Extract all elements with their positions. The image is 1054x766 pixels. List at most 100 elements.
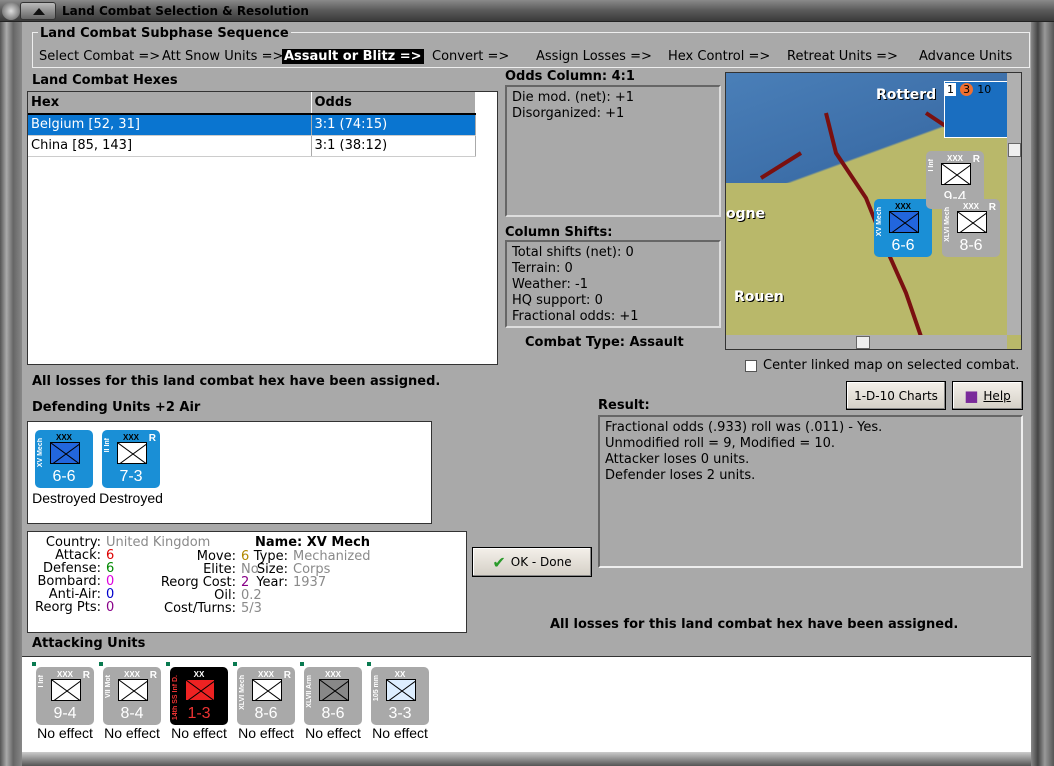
naval-stack[interactable]: 1 3 10 bbox=[944, 81, 1014, 138]
col-odds[interactable]: Odds bbox=[311, 92, 476, 115]
stack-number: 3 bbox=[960, 83, 974, 96]
unit-status: No effect bbox=[238, 725, 294, 741]
unit-status: No effect bbox=[305, 725, 361, 741]
unit-counter[interactable]: XX 14th SS Inf D. 1-3 bbox=[170, 667, 228, 725]
unit-status: Destroyed bbox=[32, 490, 96, 506]
result-label: Result: bbox=[598, 398, 650, 413]
hex-cell: China [85, 143] bbox=[28, 135, 312, 157]
die-mod: Die mod. (net): +1 bbox=[512, 90, 635, 105]
odds-cell: 3:1 (38:12) bbox=[311, 135, 476, 157]
unit-name: XV Mech bbox=[876, 207, 883, 237]
status-dot bbox=[366, 661, 372, 667]
unit-value: 8-6 bbox=[254, 705, 278, 722]
unit-name: XLVII Arm bbox=[306, 675, 313, 708]
result-line: Defender loses 2 units. bbox=[605, 468, 756, 483]
unit-value: 3-3 bbox=[388, 705, 412, 722]
reserve-marker: R bbox=[148, 433, 156, 444]
unit-status: No effect bbox=[171, 725, 227, 741]
odds-box: Die mod. (net): +1 Disorganized: +1 bbox=[505, 85, 721, 217]
unit-symbol-icon bbox=[185, 679, 215, 701]
unit-value: 8-6 bbox=[321, 705, 345, 722]
reserve-marker: R bbox=[283, 670, 291, 681]
left-frame bbox=[0, 22, 22, 766]
map-label-boulogne: ogne bbox=[726, 206, 766, 222]
unit-counter[interactable]: XX 105 mm 3-3 bbox=[371, 667, 429, 725]
unit-symbol-icon bbox=[50, 442, 80, 464]
info-value: United Kingdom bbox=[106, 535, 211, 550]
help-label: Help bbox=[983, 388, 1011, 403]
info-value: 5/3 bbox=[241, 601, 262, 616]
table-row[interactable]: Belgium [52, 31] 3:1 (74:15) bbox=[28, 114, 476, 136]
hexes-table-panel: Hex Odds Belgium [52, 31] 3:1 (74:15) Chin… bbox=[27, 91, 498, 365]
unit-counter[interactable]: XXX I Inf R 9-4 bbox=[36, 667, 94, 725]
unit-counter[interactable]: XXX XLVII Arm 8-6 bbox=[304, 667, 362, 725]
hex-cell: Belgium [52, 31] bbox=[28, 114, 312, 136]
col-hex[interactable]: Hex bbox=[28, 92, 312, 115]
info-value: 0 bbox=[106, 600, 115, 615]
center-map-checkbox[interactable] bbox=[745, 360, 757, 372]
unit-counter[interactable]: XXX XV Mech 6-6 bbox=[35, 430, 93, 488]
subphase-step: Select Combat => bbox=[39, 49, 161, 64]
info-value: 1937 bbox=[293, 575, 327, 590]
info-key: Year: bbox=[256, 575, 288, 590]
linked-map[interactable]: Rotterd ogne Rouen 1 3 10 XXX XV Mech 6-6 X… bbox=[725, 72, 1022, 350]
unit-counter[interactable]: XXX II Inf R 7-3 bbox=[102, 430, 160, 488]
help-button[interactable]: ■ Help bbox=[952, 381, 1023, 410]
table-row[interactable]: China [85, 143] 3:1 (38:12) bbox=[28, 135, 476, 157]
unit-counter[interactable]: XXX VII Mot R 8-4 bbox=[103, 667, 161, 725]
shift-line: HQ support: 0 bbox=[512, 293, 603, 308]
hexes-label: Land Combat Hexes bbox=[32, 73, 178, 88]
unit-value: 8-6 bbox=[959, 237, 983, 254]
center-map-label: Center linked map on selected combat. bbox=[763, 358, 1020, 373]
unit-symbol-icon bbox=[386, 679, 416, 701]
shifts-box: Total shifts (net): 0 Terrain: 0 Weather… bbox=[505, 240, 721, 328]
result-box: Fractional odds (.933) roll was (.011) -… bbox=[598, 415, 1023, 568]
collapse-button[interactable] bbox=[20, 2, 56, 20]
map-label-rotterdam: Rotterd bbox=[876, 87, 937, 103]
subphase-step: Assault or Blitz => bbox=[282, 49, 424, 64]
attacking-label: Attacking Units bbox=[32, 636, 146, 651]
window-title: Land Combat Selection & Resolution bbox=[62, 4, 309, 18]
odds-column-label: Odds Column: 4:1 bbox=[505, 69, 635, 84]
reserve-marker: R bbox=[972, 154, 980, 165]
result-line: Unmodified roll = 9, Modified = 10. bbox=[605, 436, 836, 451]
result-line: Fractional odds (.933) roll was (.011) -… bbox=[605, 420, 883, 435]
unit-value: 6-6 bbox=[52, 468, 76, 485]
shift-line: Total shifts (net): 0 bbox=[512, 245, 634, 260]
shift-line: Terrain: 0 bbox=[512, 261, 573, 276]
system-menu-icon[interactable] bbox=[2, 2, 20, 20]
stack-number: 1 bbox=[945, 83, 956, 96]
odds-cell: 3:1 (74:15) bbox=[311, 114, 476, 136]
combat-type: Combat Type: Assault bbox=[525, 335, 684, 350]
subphase-step: Assign Losses => bbox=[536, 49, 652, 64]
subphase-step: Retreat Units => bbox=[787, 49, 898, 64]
unit-symbol-icon bbox=[957, 211, 987, 233]
ok-done-button[interactable]: ✔ OK - Done bbox=[472, 547, 592, 577]
status-dot bbox=[299, 661, 305, 667]
unit-counter[interactable]: XXX XV Mech 6-6 bbox=[874, 199, 932, 257]
unit-symbol-icon bbox=[941, 163, 971, 185]
status-dot bbox=[98, 661, 104, 667]
unit-symbol-icon bbox=[889, 211, 919, 233]
charts-button[interactable]: 1-D-10 Charts bbox=[846, 381, 946, 410]
charts-label: 1-D-10 Charts bbox=[854, 388, 938, 403]
column-shifts-label: Column Shifts: bbox=[505, 225, 613, 240]
unit-counter[interactable]: XXX XLVI Mech R 8-6 bbox=[237, 667, 295, 725]
status-dot bbox=[232, 661, 238, 667]
subphase-title: Land Combat Subphase Sequence bbox=[38, 26, 291, 41]
map-vscroll[interactable] bbox=[1007, 73, 1021, 335]
unit-name: I Inf bbox=[38, 675, 45, 688]
reserve-marker: R bbox=[149, 670, 157, 681]
ok-label: OK - Done bbox=[510, 555, 572, 569]
checkmark-icon: ✔ bbox=[492, 552, 506, 572]
map-hscroll[interactable] bbox=[726, 335, 1007, 349]
unit-counter[interactable]: XXX XLVI Mech R 8-6 bbox=[942, 199, 1000, 257]
defending-label: Defending Units +2 Air bbox=[32, 400, 201, 415]
disorganized: Disorganized: +1 bbox=[512, 106, 625, 121]
unit-info-panel: Country: United Kingdom Attack: 6 Defense: 6 B… bbox=[27, 531, 467, 633]
unit-value: 7-3 bbox=[119, 468, 143, 485]
reserve-marker: R bbox=[82, 670, 90, 681]
unit-value: 1-3 bbox=[187, 705, 211, 722]
unit-status: No effect bbox=[372, 725, 428, 741]
unit-symbol-icon bbox=[252, 679, 282, 701]
